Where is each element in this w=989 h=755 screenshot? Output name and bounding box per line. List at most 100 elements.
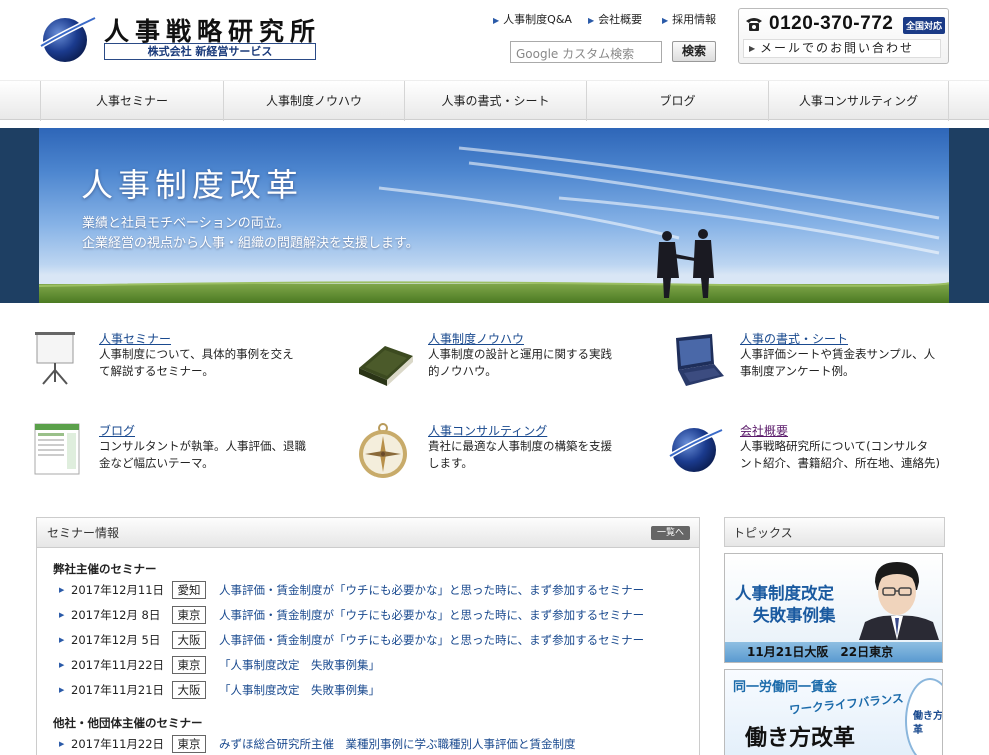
util-link-qa[interactable]: ▶ 人事制度Q&A xyxy=(493,11,572,27)
arrow-icon: ▶ xyxy=(59,686,65,694)
service-desc-line: コンサルタントが執筆。人事評価、退職 xyxy=(99,439,306,453)
util-link-label: 採用情報 xyxy=(672,13,717,26)
banner-badge: 働き方改革 xyxy=(905,678,942,755)
hero-banner: 人事制度改革 業績と社員モチベーションの両立。 企業経営の視点から人事・組織の問… xyxy=(0,128,989,303)
util-link-company[interactable]: ▶ 会社概要 xyxy=(588,11,642,27)
compass-icon[interactable] xyxy=(355,422,411,478)
contact-box: 0120-370-772 全国対応 ▶ メールでのお問い合わせ xyxy=(738,8,949,64)
service-desc-line: 人事評価シートや賃金表サンプル、人 xyxy=(740,347,936,361)
nav-item-consulting[interactable]: 人事コンサルティング xyxy=(768,81,949,121)
service-desc-line: 金など幅広いテーマ。 xyxy=(99,455,214,470)
hero-subtitle-2: 企業経営の視点から人事・組織の問題解決を支援します。 xyxy=(82,236,419,251)
nav-item-blog[interactable]: ブログ xyxy=(586,81,768,121)
service-desc-line: 人事戦略研究所について(コンサルタ xyxy=(740,439,929,453)
service-forms: 人事の書式・シート 人事評価シートや賃金表サンプル、人 事制度アンケート例。 xyxy=(668,330,968,400)
phone-icon xyxy=(745,16,763,32)
own-seminar-heading: 弊社主催のセミナー xyxy=(53,562,157,576)
banner-headline: 人事制度改定 xyxy=(735,584,834,603)
nationwide-badge: 全国対応 xyxy=(903,17,946,34)
util-link-label: 会社概要 xyxy=(598,13,643,26)
service-desc-line: 事制度アンケート例。 xyxy=(740,363,855,378)
arrow-icon: ▶ xyxy=(59,636,65,644)
util-link-label: 人事制度Q&A xyxy=(503,13,572,26)
service-desc-line: 的ノウハウ。 xyxy=(428,363,497,378)
search-button[interactable]: 検索 xyxy=(672,41,716,62)
projector-screen-icon[interactable] xyxy=(33,330,89,386)
arrow-icon: ▶ xyxy=(749,44,758,53)
topics-panel: トピックス 人事制度改定 失敗事例集 11月21日大阪 22日東京 同一労働同一… xyxy=(724,517,945,755)
nav-item-forms[interactable]: 人事の書式・シート xyxy=(404,81,586,121)
seminar-date: 2017年12月11日 xyxy=(71,583,165,597)
service-title[interactable]: 人事制度ノウハウ xyxy=(428,330,524,347)
seminar-panel-header: セミナー情報 一覧へ xyxy=(37,518,699,548)
seminar-title-link[interactable]: 人事評価・賃金制度が「ウチにも必要かな」と思った時に、まず参加するセミナー xyxy=(219,606,644,625)
banner-headline: 働き方改革 xyxy=(745,726,856,751)
seminar-date: 2017年11月22日 xyxy=(71,658,165,672)
arrow-icon: ▶ xyxy=(59,740,65,748)
service-desc: 人事制度の設計と運用に関する実践 的ノウハウ。 xyxy=(428,346,612,379)
service-desc-line: 人事制度の設計と運用に関する実践 xyxy=(428,347,612,361)
other-seminar-heading: 他社・他団体主催のセミナー xyxy=(53,716,203,730)
mail-contact-button[interactable]: ▶ メールでのお問い合わせ xyxy=(743,39,941,58)
seminar-list-label: 一覧へ xyxy=(656,528,684,538)
seminar-place: 東京 xyxy=(172,735,206,753)
service-title[interactable]: 会社概要 xyxy=(740,422,788,439)
globe-logo-icon[interactable] xyxy=(37,12,97,64)
service-desc: 人事評価シートや賃金表サンプル、人 事制度アンケート例。 xyxy=(740,346,935,379)
seminar-panel: セミナー情報 一覧へ 弊社主催のセミナー ▶ 2017年12月11日 愛知 人事… xyxy=(36,517,700,755)
service-consulting: 人事コンサルティング 貴社に最適な人事制度の構築を支援 します。 xyxy=(355,422,655,492)
hero-image: 人事制度改革 業績と社員モチベーションの両立。 企業経営の視点から人事・組織の問… xyxy=(39,128,949,303)
nav-item-knowhow[interactable]: 人事制度ノウハウ xyxy=(223,81,404,121)
service-title[interactable]: 人事セミナー xyxy=(99,330,171,347)
seminar-place: 東京 xyxy=(172,606,206,624)
phone-number[interactable]: 0120-370-772 xyxy=(769,13,893,35)
service-title[interactable]: ブログ xyxy=(99,422,135,439)
service-title[interactable]: 人事コンサルティング xyxy=(428,422,547,439)
seminar-title-link[interactable]: 「人事制度改定 失敗事例集」 xyxy=(219,656,380,675)
seminar-place: 大阪 xyxy=(172,631,206,649)
seminar-date: 2017年12月 5日 xyxy=(71,633,161,647)
service-desc: 人事戦略研究所について(コンサルタ ント紹介、書籍紹介、所在地、連絡先) xyxy=(740,438,940,471)
book-icon[interactable] xyxy=(355,334,413,390)
service-desc-line: します。 xyxy=(428,455,473,470)
arrow-icon: ▶ xyxy=(493,16,500,25)
banner-headline: 失敗事例集 xyxy=(753,606,836,625)
service-seminar: 人事セミナー 人事制度について、具体的事例を交え て解説するセミナー。 xyxy=(33,330,333,400)
seminar-place: 愛知 xyxy=(172,581,206,599)
nav-item-seminar[interactable]: 人事セミナー xyxy=(40,81,223,121)
service-title[interactable]: 人事の書式・シート xyxy=(740,330,848,347)
seminar-title-link[interactable]: 人事評価・賃金制度が「ウチにも必要かな」と思った時に、まず参加するセミナー xyxy=(219,631,644,650)
seminar-date: 2017年11月22日 xyxy=(71,737,165,751)
failure-cases-banner[interactable]: 人事制度改定 失敗事例集 11月21日大阪 22日東京 xyxy=(724,553,943,663)
seminar-title-link[interactable]: 人事評価・賃金制度が「ウチにも必要かな」と思った時に、まず参加するセミナー xyxy=(219,581,644,600)
hero-title: 人事制度改革 xyxy=(81,166,304,204)
banner-line: 同一労働同一賃金 xyxy=(733,680,838,695)
search-input[interactable]: Google カスタム検索 xyxy=(510,41,662,63)
seminar-place: 大阪 xyxy=(172,681,206,699)
page: 人事戦略研究所 株式会社 新経営サービス ▶ 人事制度Q&A ▶ 会社概要 ▶ 採用情… xyxy=(0,0,989,755)
banner-dates: 11月21日大阪 22日東京 xyxy=(725,642,942,662)
service-desc: コンサルタントが執筆。人事評価、退職 金など幅広いテーマ。 xyxy=(99,438,306,471)
blog-page-icon[interactable] xyxy=(33,422,89,478)
work-style-reform-banner[interactable]: 同一労働同一賃金 ワークライフバランス 働き方改革 働き方改革 xyxy=(724,669,943,755)
service-desc-line: ント紹介、書籍紹介、所在地、連絡先) xyxy=(740,455,940,470)
seminar-date: 2017年11月21日 xyxy=(71,683,165,697)
hero-subtitle-1: 業績と社員モチベーションの両立。 xyxy=(82,216,290,231)
seminar-title-link[interactable]: みずほ総合研究所主催 業種別事例に学ぶ職種別人事評価と賃金制度 xyxy=(219,735,576,754)
arrow-icon: ▶ xyxy=(662,16,669,25)
seminar-panel-title: セミナー情報 xyxy=(47,526,120,540)
arrow-icon: ▶ xyxy=(59,586,65,594)
util-link-recruit[interactable]: ▶ 採用情報 xyxy=(662,11,716,27)
globe-logo-icon[interactable] xyxy=(668,422,724,478)
laptop-icon[interactable] xyxy=(668,332,724,388)
service-desc: 人事制度について、具体的事例を交え て解説するセミナー。 xyxy=(99,346,294,379)
mail-contact-label: メールでのお問い合わせ xyxy=(760,41,915,55)
seminar-list-button[interactable]: 一覧へ xyxy=(650,526,690,540)
seminar-title-link[interactable]: 「人事制度改定 失敗事例集」 xyxy=(219,681,380,700)
arrow-icon: ▶ xyxy=(588,16,595,25)
service-blog: ブログ コンサルタントが執筆。人事評価、退職 金など幅広いテーマ。 xyxy=(33,422,333,492)
arrow-icon: ▶ xyxy=(59,661,65,669)
global-nav: 人事セミナー 人事制度ノウハウ 人事の書式・シート ブログ 人事コンサルティング xyxy=(0,80,989,121)
service-knowhow: 人事制度ノウハウ 人事制度の設計と運用に関する実践 的ノウハウ。 xyxy=(355,330,655,400)
service-company: 会社概要 人事戦略研究所について(コンサルタ ント紹介、書籍紹介、所在地、連絡先) xyxy=(668,422,968,492)
